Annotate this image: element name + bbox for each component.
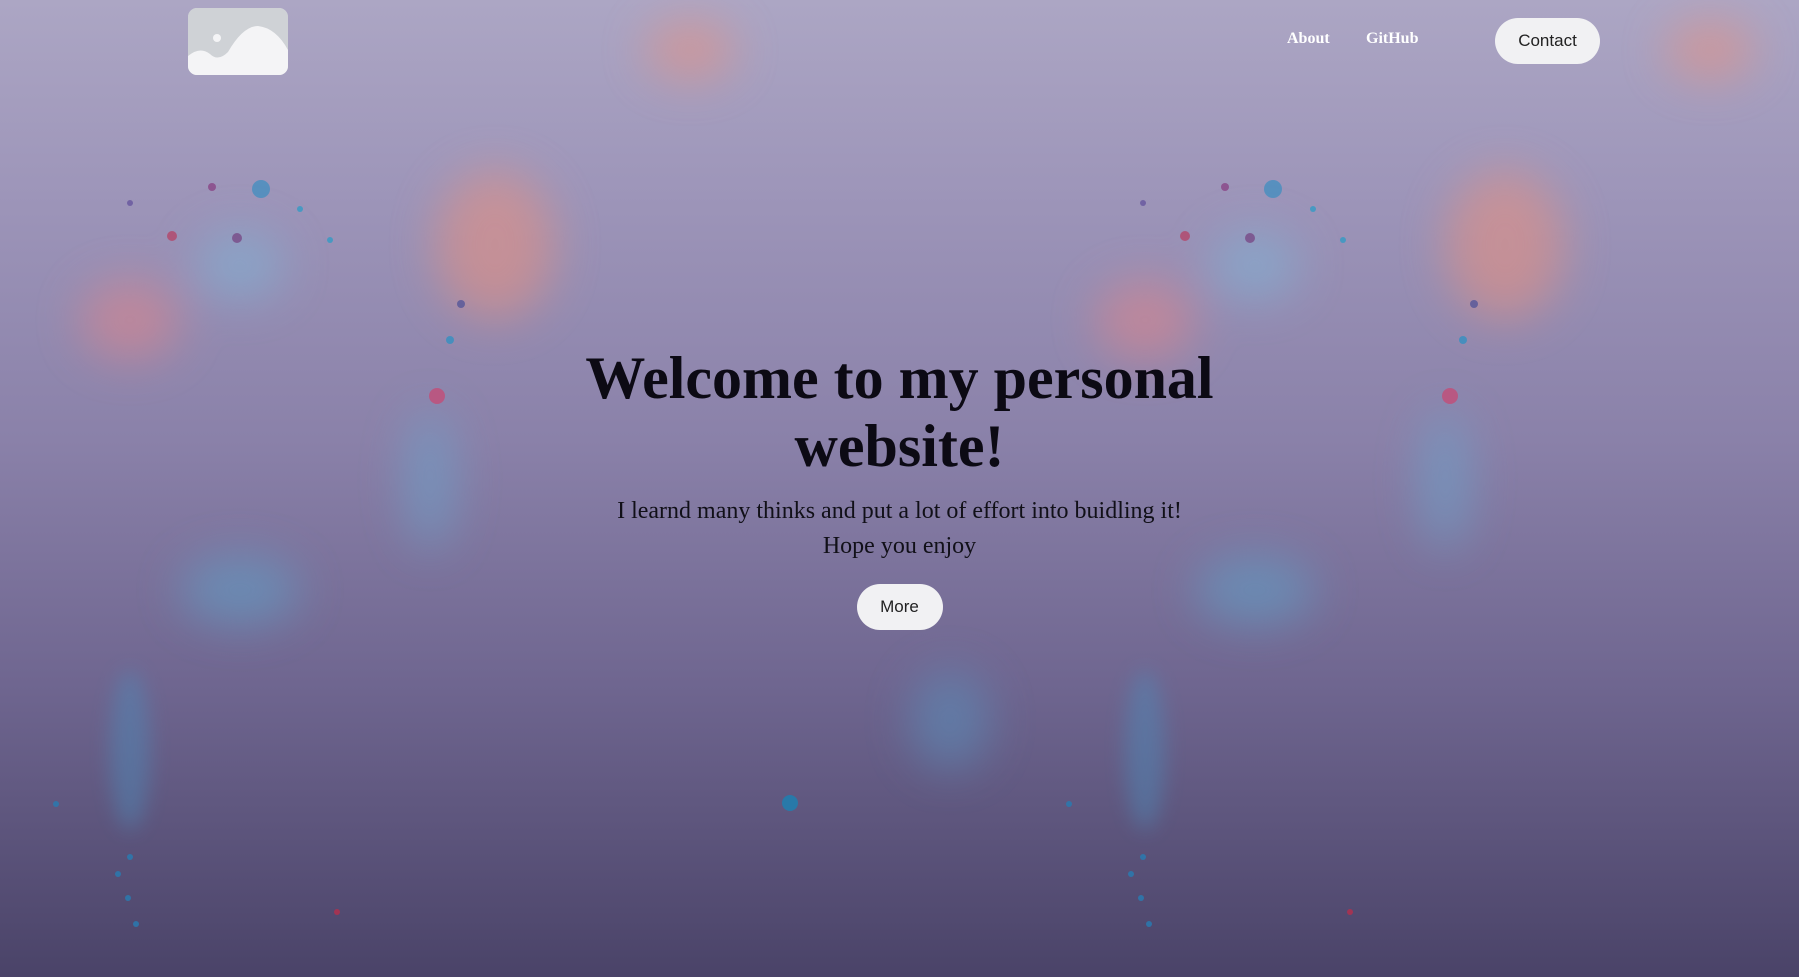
nav-link-about[interactable]: About	[1287, 30, 1330, 48]
hero-title: Welcome to my personal website!	[585, 345, 1214, 479]
hero-subtitle: I learnd many thinks and put a lot of ef…	[617, 498, 1182, 559]
contact-button[interactable]: Contact	[1495, 18, 1600, 64]
more-button[interactable]: More	[856, 584, 943, 630]
top-navigation: About GitHub Contact	[0, 0, 1799, 80]
hero-section: Welcome to my personal website! I learnd…	[0, 344, 1799, 630]
image-placeholder-icon	[188, 8, 288, 75]
logo-image-placeholder-icon[interactable]	[188, 8, 288, 75]
nav-link-github[interactable]: GitHub	[1366, 30, 1418, 48]
